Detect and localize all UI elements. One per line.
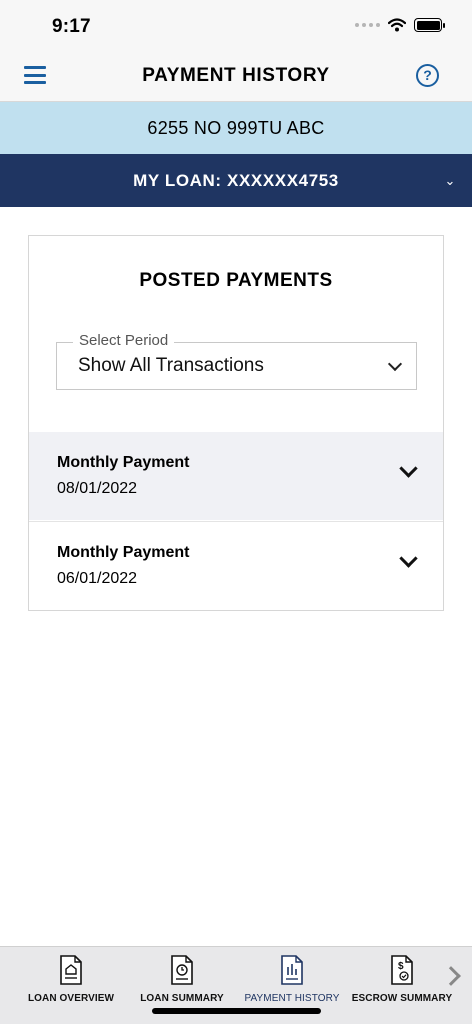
select-period-label: Select Period	[73, 332, 175, 349]
document-chart-icon	[281, 955, 303, 985]
document-dollar-icon: $	[391, 955, 413, 985]
select-period-dropdown[interactable]: Select Period Show All Transactions	[56, 332, 417, 390]
loan-selector-label: MY LOAN: XXXXXX4753	[133, 171, 339, 190]
loan-selector[interactable]: MY LOAN: XXXXXX4753 ⌄	[0, 154, 472, 207]
help-icon[interactable]: ?	[416, 64, 439, 87]
chevron-down-icon[interactable]	[399, 459, 418, 478]
tab-loan-summary[interactable]: LOAN SUMMARY	[124, 955, 240, 1004]
tab-loan-overview[interactable]: LOAN OVERVIEW	[13, 955, 129, 1004]
wifi-icon	[388, 18, 406, 32]
app-header: PAYMENT HISTORY ?	[0, 50, 472, 102]
tab-label: LOAN OVERVIEW	[27, 993, 115, 1004]
cellular-signal-icon	[355, 23, 380, 27]
payment-row[interactable]: Monthly Payment 08/01/2022	[29, 432, 443, 520]
battery-icon	[414, 18, 445, 32]
payment-type: Monthly Payment	[57, 544, 190, 561]
page-title: PAYMENT HISTORY	[142, 65, 330, 86]
tab-label: PAYMENT HISTORY	[244, 993, 340, 1004]
status-bar: 9:17	[0, 0, 472, 50]
tab-label: ESCROW SUMMARY	[351, 993, 453, 1004]
status-icons	[355, 18, 445, 32]
posted-payments-card: POSTED PAYMENTS Select Period Show All T…	[28, 235, 444, 611]
property-address: 6255 NO 999TU ABC	[0, 102, 472, 154]
tab-label: LOAN SUMMARY	[140, 993, 224, 1004]
home-indicator	[152, 1008, 321, 1014]
tab-payment-history[interactable]: PAYMENT HISTORY	[234, 955, 350, 1004]
document-clock-icon	[171, 955, 193, 985]
payment-date: 06/01/2022	[57, 570, 138, 587]
payment-date: 08/01/2022	[57, 480, 138, 497]
chevron-down-icon	[387, 356, 403, 372]
chevron-down-icon[interactable]	[399, 549, 418, 568]
payment-row[interactable]: Monthly Payment 06/01/2022	[29, 521, 443, 609]
status-time: 9:17	[52, 16, 91, 37]
tab-escrow-summary[interactable]: $ ESCROW SUMMARY	[344, 955, 460, 1004]
chevron-down-icon: ⌄	[444, 173, 456, 188]
payment-type: Monthly Payment	[57, 454, 190, 471]
select-period-value: Show All Transactions	[78, 355, 264, 376]
svg-text:$: $	[398, 961, 404, 972]
posted-payments-title: POSTED PAYMENTS	[139, 270, 333, 291]
document-home-icon	[60, 955, 82, 985]
